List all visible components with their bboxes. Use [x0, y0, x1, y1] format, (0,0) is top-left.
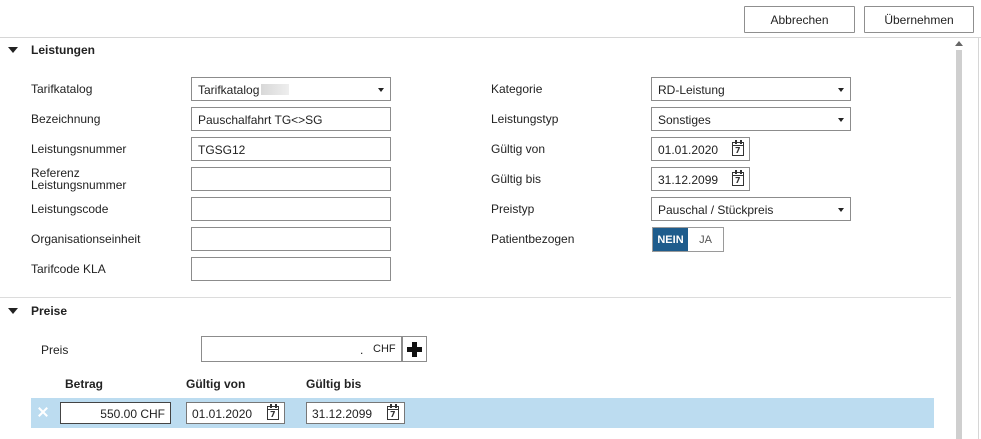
preis-label: Preis — [41, 343, 69, 357]
collapse-triangle-icon[interactable] — [8, 308, 18, 314]
bezeichnung-label: Bezeichnung — [31, 112, 101, 126]
section-title-leistungen: Leistungen — [31, 43, 96, 57]
row-gueltig-von-input[interactable]: 01.01.2020 — [186, 402, 285, 424]
leistungstyp-value: Sonstiges — [658, 113, 711, 127]
cancel-button[interactable]: Abbrechen — [744, 6, 855, 33]
column-header-betrag: Betrag — [65, 377, 104, 391]
gueltig-von-value: 01.01.2020 — [658, 143, 719, 157]
leistungstyp-label: Leistungstyp — [491, 112, 559, 126]
close-icon[interactable] — [38, 407, 48, 417]
kategorie-select[interactable]: RD-Leistung — [651, 77, 851, 101]
chevron-down-icon — [378, 88, 384, 92]
redacted-blur — [261, 84, 290, 95]
preistyp-label: Preistyp — [491, 202, 535, 216]
gueltig-bis-value: 31.12.2099 — [658, 173, 719, 187]
preis-decimal: . — [360, 343, 364, 357]
tarifcode-input[interactable] — [191, 257, 391, 281]
gueltig-bis-label: Gültig bis — [491, 172, 542, 186]
leistungsnummer-input[interactable]: TGSG12 — [191, 137, 391, 161]
gueltig-von-label: Gültig von — [491, 142, 546, 156]
vertical-scrollbar[interactable] — [951, 38, 968, 439]
add-price-button[interactable] — [402, 336, 427, 362]
scrollbar-thumb[interactable] — [956, 50, 962, 439]
leistungsnummer-label: Leistungsnummer — [31, 142, 127, 156]
tarifkatalog-value: Tarifkatalog — [198, 83, 260, 97]
tarifkatalog-select[interactable]: Tarifkatalog — [191, 77, 391, 101]
section-header-preise[interactable]: Preise — [0, 299, 951, 323]
preistyp-select[interactable]: Pauschal / Stückpreis — [651, 197, 851, 221]
calendar-icon[interactable] — [267, 404, 279, 420]
section-title-preise: Preise — [31, 304, 68, 318]
form-content: Leistungen Tarifkatalog Tarifkatalog Bez… — [0, 38, 951, 439]
window-edge — [978, 38, 979, 439]
referenz-label-line2: Leistungsnummer — [31, 178, 127, 192]
toggle-option-nein[interactable]: NEIN — [653, 228, 688, 251]
chevron-down-icon — [838, 118, 844, 122]
leistungscode-input[interactable] — [191, 197, 391, 221]
organisationseinheit-label: Organisationseinheit — [31, 232, 141, 246]
kategorie-label: Kategorie — [491, 82, 543, 96]
plus-icon-vertical — [412, 342, 417, 357]
column-header-gueltig-von: Gültig von — [186, 377, 246, 391]
tarifcode-label: Tarifcode KLA — [31, 262, 106, 276]
chevron-down-icon — [838, 88, 844, 92]
patientbezogen-label: Patientbezogen — [491, 232, 575, 246]
toggle-option-ja[interactable]: JA — [688, 228, 723, 251]
section-header-leistungen[interactable]: Leistungen — [0, 38, 951, 62]
row-gueltig-bis-input[interactable]: 31.12.2099 — [306, 402, 405, 424]
calendar-icon[interactable] — [732, 170, 744, 186]
row-gueltig-von-value: 01.01.2020 — [192, 407, 253, 421]
chevron-down-icon — [838, 208, 844, 212]
preis-input[interactable]: . CHF — [201, 336, 402, 362]
top-toolbar: Abbrechen Übernehmen — [0, 0, 981, 38]
table-row[interactable]: 550.00 CHF 01.01.2020 31.12.2099 — [31, 398, 934, 428]
kategorie-value: RD-Leistung — [658, 83, 725, 97]
leistungscode-label: Leistungscode — [31, 202, 109, 216]
gueltig-bis-date-input[interactable]: 31.12.2099 — [651, 167, 750, 191]
row-gueltig-bis-value: 31.12.2099 — [312, 407, 373, 421]
referenz-leistungsnummer-input[interactable] — [191, 167, 391, 191]
organisationseinheit-input[interactable] — [191, 227, 391, 251]
collapse-triangle-icon[interactable] — [8, 47, 18, 53]
betrag-input[interactable]: 550.00 CHF — [60, 402, 171, 424]
patientbezogen-toggle[interactable]: NEIN JA — [652, 227, 724, 252]
calendar-icon[interactable] — [387, 404, 399, 420]
scroll-up-arrow-icon[interactable] — [955, 41, 963, 46]
leistungstyp-select[interactable]: Sonstiges — [651, 107, 851, 131]
section-divider — [0, 297, 951, 298]
apply-button[interactable]: Übernehmen — [864, 6, 974, 33]
preis-currency: CHF — [373, 343, 396, 355]
preistyp-value: Pauschal / Stückpreis — [658, 203, 774, 217]
calendar-icon[interactable] — [732, 140, 744, 156]
bezeichnung-input[interactable]: Pauschalfahrt TG<>SG — [191, 107, 391, 131]
column-header-gueltig-bis: Gültig bis — [306, 377, 362, 391]
tarifkatalog-label: Tarifkatalog — [31, 82, 93, 96]
gueltig-von-date-input[interactable]: 01.01.2020 — [651, 137, 750, 161]
